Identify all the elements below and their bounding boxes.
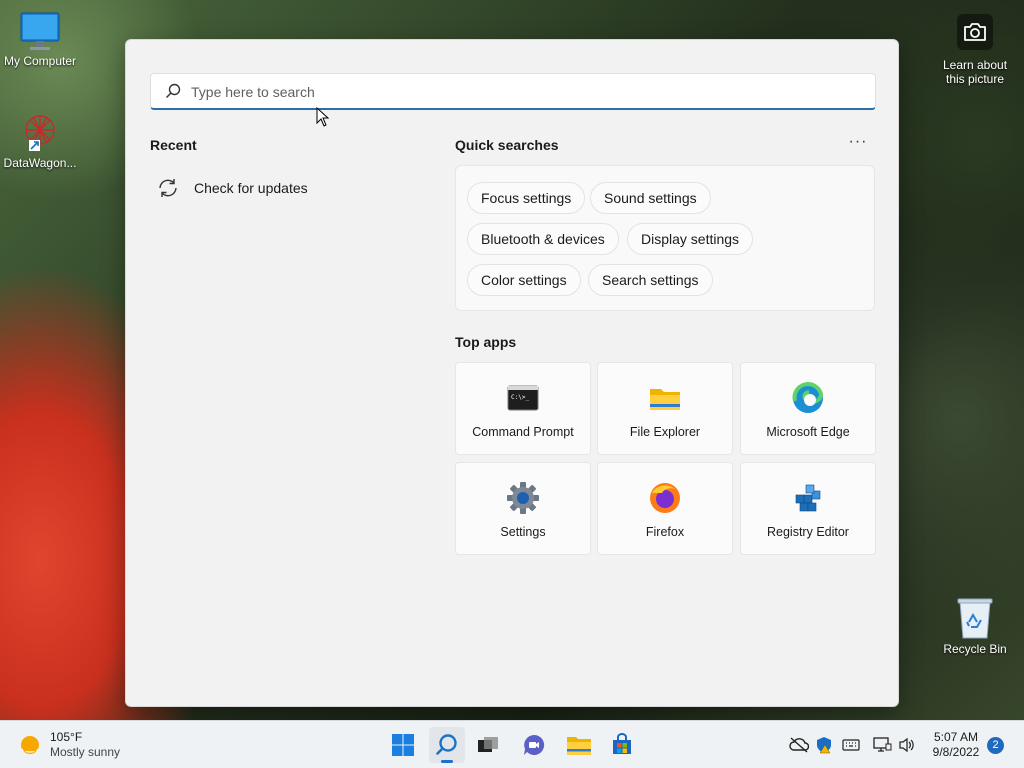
app-tile-file-explorer[interactable]: File Explorer [597,362,733,455]
chat-button[interactable] [516,727,552,763]
task-view-icon [478,737,498,752]
search-input[interactable] [191,80,851,104]
file-explorer-icon [567,737,591,755]
search-icon [436,734,457,755]
registry-icon [795,484,821,512]
app-tile-label: Settings [500,525,546,539]
recycle-bin-icon [957,598,993,639]
weather-condition: Mostly sunny [50,745,121,759]
file-explorer-button[interactable] [561,727,597,763]
edge-icon [792,382,824,413]
chip-bluetooth-devices[interactable]: Bluetooth & devices [467,223,619,255]
app-tile-command-prompt[interactable]: C:\>_ Command Prompt [455,362,591,455]
store-button[interactable] [604,727,640,763]
volume-icon[interactable] [897,735,917,755]
chip-display-settings[interactable]: Display settings [627,223,754,255]
app-tile-registry-editor[interactable]: Registry Editor [740,462,876,555]
chat-icon [524,734,545,755]
cloud-offline-icon[interactable] [789,735,809,755]
camera-icon [964,23,986,41]
desktop-icon-recycle-bin[interactable]: Recycle Bin [935,596,1015,656]
start-button[interactable] [385,727,421,763]
top-apps-heading: Top apps [455,334,517,350]
network-icon[interactable] [872,735,892,755]
command-prompt-icon: C:\>_ [507,385,539,411]
desktop-icon-datawagon[interactable]: DataWagon... [0,108,80,170]
taskbar: 105°F Mostly sunny 5:07 AM 9/8/2022 2 [0,720,1024,768]
recent-item-label: Check for updates [194,180,308,196]
svg-text:C:\>_: C:\>_ [511,394,529,401]
datawagon-icon [25,115,55,151]
security-icon[interactable] [814,735,834,755]
desktop-icon-spotlight[interactable]: Learn about this picture [935,14,1015,86]
app-tile-settings[interactable]: Settings [455,462,591,555]
desktop-icon-label: My Computer [3,54,77,68]
store-icon [613,733,631,754]
mouse-cursor-icon [316,107,330,127]
chip-search-settings[interactable]: Search settings [588,264,713,296]
app-tile-label: File Explorer [629,425,701,439]
recent-item-check-for-updates[interactable]: Check for updates [156,175,406,201]
clock-date: 9/8/2022 [932,745,980,759]
desktop-icon-label: DataWagon... [3,156,77,170]
monitor-icon [20,12,60,50]
gear-icon [507,482,539,514]
desktop-icon-label: Recycle Bin [943,642,1007,656]
camera-icon-wrap [957,14,993,50]
task-view-button[interactable] [470,727,506,763]
search-icon [165,83,181,99]
quick-searches-heading: Quick searches [455,137,559,153]
sun-icon [21,736,39,754]
search-box[interactable] [150,73,876,110]
recent-heading: Recent [150,137,197,153]
spotlight-label-2: this picture [945,72,1005,86]
taskbar-search-button[interactable] [429,727,465,763]
app-tile-label: Registry Editor [767,525,849,539]
refresh-icon [156,178,180,198]
app-tile-label: Firefox [645,525,685,539]
chip-focus-settings[interactable]: Focus settings [467,182,586,214]
app-tile-label: Microsoft Edge [766,425,850,439]
search-panel: Recent Check for updates Quick searches … [125,39,899,707]
chip-sound-settings[interactable]: Sound settings [590,182,711,214]
keyboard-icon[interactable] [841,735,861,755]
desktop-icon-my-computer[interactable]: My Computer [0,12,80,68]
quick-searches-box: Focus settings Sound settings Bluetooth … [455,165,875,311]
firefox-icon [650,483,680,513]
chip-color-settings[interactable]: Color settings [467,264,581,296]
notification-badge[interactable]: 2 [987,737,1004,754]
more-options-button[interactable]: ··· [846,134,870,154]
clock-time: 5:07 AM [933,730,979,744]
folder-icon [650,389,680,410]
app-tile-label: Command Prompt [472,425,574,439]
weather-temp: 105°F [50,730,83,744]
start-icon [392,734,414,756]
spotlight-label-1: Learn about [942,58,1008,72]
weather-widget[interactable]: 105°F Mostly sunny [18,730,120,760]
app-tile-microsoft-edge[interactable]: Microsoft Edge [740,362,876,455]
system-clock[interactable]: 5:07 AM 9/8/2022 [926,730,986,760]
app-tile-firefox[interactable]: Firefox [597,462,733,555]
